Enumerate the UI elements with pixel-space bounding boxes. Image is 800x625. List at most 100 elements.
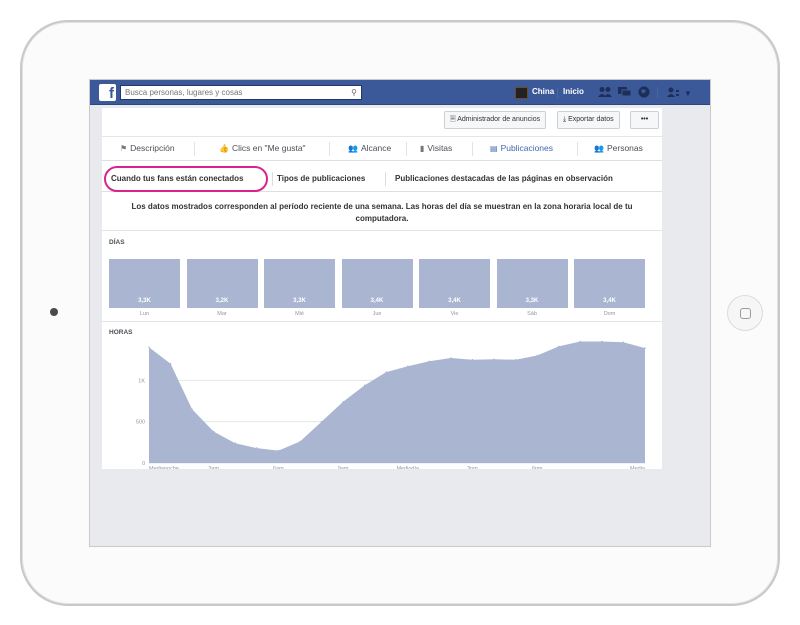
x-tick-label: Mediodía (396, 466, 420, 469)
tab-publicaciones-destacadas[interactable]: Publicaciones destacadas de las páginas … (395, 174, 613, 183)
tab-divider (472, 142, 473, 156)
hour-point (471, 358, 474, 361)
hour-point (385, 371, 388, 373)
facebook-topbar: f Busca personas, lugares y cosas ⚲ Chin… (90, 80, 710, 105)
tab-label: Visitas (427, 143, 453, 153)
flag-icon: ⚑ (120, 144, 128, 153)
hour-point (299, 440, 301, 443)
messages-icon[interactable] (618, 86, 632, 101)
day-label: Dom (603, 311, 616, 317)
hour-point (579, 340, 582, 343)
x-tick-label: 3pm (467, 466, 478, 469)
tab-label: Clics en "Me gusta" (231, 143, 306, 153)
day-bar-value: 3,3K (525, 298, 539, 304)
hour-point (514, 358, 517, 361)
day-bar-value: 3,3K (138, 298, 151, 304)
hour-point (363, 384, 366, 387)
hour-point (644, 347, 646, 349)
days-section-label: DÍAS (109, 239, 125, 246)
tab-tipos-publicaciones[interactable]: Tipos de publicaciones (277, 174, 365, 183)
day-label: Mié (295, 311, 304, 317)
tab-publicaciones[interactable]: ▤ Publicaciones (490, 143, 553, 153)
day-bar-value: 3,4K (603, 298, 616, 304)
hour-point (234, 442, 237, 444)
home-link[interactable]: Inicio (563, 87, 584, 96)
download-icon: ⤓ (563, 116, 567, 123)
tab-divider (329, 142, 330, 156)
search-placeholder: Busca personas, lugares y cosas (125, 88, 243, 97)
avatar[interactable] (515, 87, 528, 99)
tab-divider (272, 172, 273, 186)
y-tick-label: 500 (136, 420, 145, 426)
ads-manager-button[interactable]: 🗏 Administrador de anuncios (444, 111, 547, 129)
day-bar[interactable]: 3,2K (186, 259, 258, 308)
hour-point (212, 430, 215, 433)
hour-point (342, 401, 344, 403)
ads-manager-label: Administrador de anuncios (457, 116, 541, 123)
day-bar[interactable]: 3,3K (109, 259, 180, 308)
facebook-logo[interactable]: f (99, 84, 116, 101)
hours-section-label: HORAS (109, 329, 133, 336)
tab-descripcion[interactable]: ⚑ Descripción (120, 143, 175, 153)
people-icon: 👥 (348, 144, 358, 153)
friend-requests-icon[interactable] (598, 86, 612, 101)
tab-clics-me-gusta[interactable]: 👍 Clics en "Me gusta" (219, 143, 306, 153)
day-bar[interactable]: 3,3K (264, 259, 335, 308)
tab-personas[interactable]: 👥 Personas (594, 143, 643, 153)
notifications-globe-icon[interactable] (638, 86, 650, 101)
hour-point (622, 341, 625, 344)
tablet-home-button[interactable] (727, 295, 763, 331)
topbar-divider-2 (657, 87, 658, 98)
tab-fans-conectados[interactable]: Cuando tus fans están conectados (111, 174, 243, 183)
hour-point (601, 340, 603, 343)
tab-label: Alcance (360, 143, 392, 153)
thumbs-up-icon: 👍 (219, 144, 229, 153)
hour-point (320, 420, 323, 423)
hour-point (169, 363, 172, 365)
hour-point (407, 365, 409, 368)
hour-point (191, 408, 193, 411)
day-label: Lun (139, 311, 150, 317)
hour-point (148, 346, 150, 349)
posts-icon: ▤ (490, 144, 498, 153)
section-divider (102, 321, 662, 322)
x-tick-label: Medianoche (149, 466, 179, 469)
tab-divider (385, 172, 386, 186)
hours-area-series (149, 341, 645, 463)
hour-point (428, 360, 431, 363)
x-tick-label: 6pm (532, 466, 543, 469)
publicaciones-sub-tabs: Cuando tus fans están conectados Tipos d… (102, 166, 662, 192)
day-bar-value: 3,2K (215, 298, 229, 304)
tab-divider (194, 142, 195, 156)
tab-alcance[interactable]: 👥 Alcance (348, 143, 391, 153)
hour-point (256, 447, 258, 449)
hour-point (277, 449, 280, 452)
hour-point (493, 358, 495, 361)
tab-visitas[interactable]: ▮ Visitas (420, 143, 452, 153)
day-bar-value: 3,4K (370, 298, 384, 304)
day-bar[interactable]: 3,4K (574, 259, 645, 308)
day-bar[interactable]: 3,4K (419, 259, 490, 308)
search-icon[interactable]: ⚲ (351, 86, 357, 99)
tab-label: Publicaciones (500, 143, 554, 153)
privacy-shortcuts-icon[interactable] (667, 86, 679, 101)
export-data-label: Exportar datos (568, 116, 614, 123)
x-tick-label: 6am (273, 466, 284, 469)
more-options-button[interactable]: ••• (630, 111, 659, 129)
hours-area-chart: 0 500 1K Medianoche 3am 6am 9am Mediodía 3pm 6pm M… (136, 340, 646, 469)
day-label: Sáb (527, 311, 537, 317)
tab-label: Descripción (130, 143, 175, 153)
insights-main-tabs: ⚑ Descripción 👍 Clics en "Me gusta" 👥 Alcan… (102, 136, 662, 161)
export-data-button[interactable]: ⤓ Exportar datos (557, 111, 620, 129)
day-bar[interactable]: 3,3K (496, 259, 568, 308)
x-tick-label: 3am (208, 466, 219, 469)
chevron-down-icon[interactable]: ▼ (684, 88, 692, 100)
topbar-divider (557, 87, 558, 98)
profile-name[interactable]: China (532, 87, 554, 96)
x-tick-label: Media (630, 466, 646, 469)
day-bar[interactable]: 3,4K (341, 259, 413, 308)
search-input[interactable]: Busca personas, lugares y cosas ⚲ (120, 85, 362, 100)
tablet-camera (50, 308, 58, 316)
info-text: Los datos mostrados corresponden al perí… (131, 202, 633, 223)
y-tick-label: 1K (138, 378, 145, 384)
